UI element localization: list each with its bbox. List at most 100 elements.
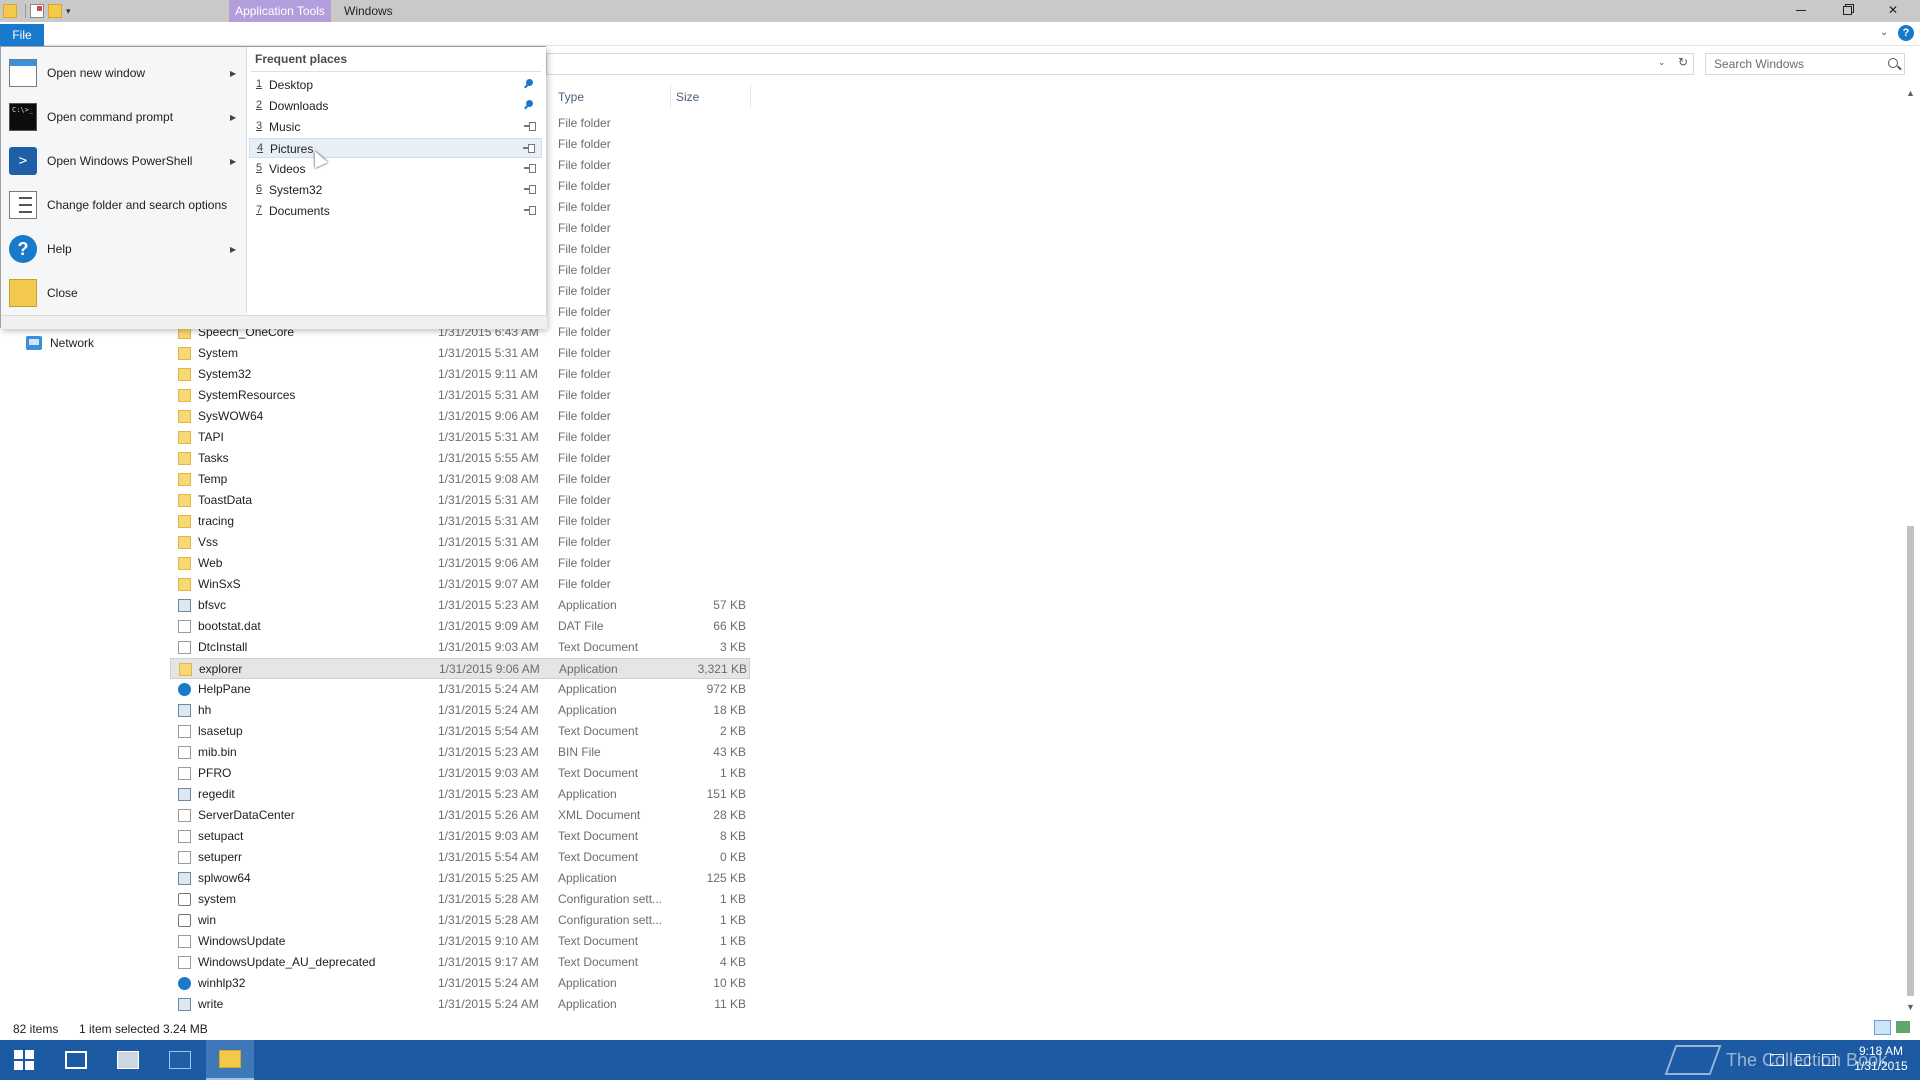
file-row[interactable]: Web 1/31/2015 9:06 AM File folder xyxy=(170,553,750,574)
search-input[interactable]: Search Windows xyxy=(1705,53,1905,75)
file-size: 11 KB xyxy=(714,997,746,1011)
clock[interactable]: 9:18 AM 1/31/2015 xyxy=(1842,1044,1920,1074)
server-manager-button[interactable] xyxy=(104,1040,152,1080)
file-menu-item[interactable]: ? Help ▶ xyxy=(1,227,245,271)
file-row[interactable]: DtcInstall 1/31/2015 9:03 AM Text Document… xyxy=(170,637,750,658)
scroll-thumb[interactable] xyxy=(1907,526,1914,996)
frequent-place-item[interactable]: 4 Pictures xyxy=(249,138,542,158)
close-window-button[interactable]: ✕ xyxy=(1870,0,1916,20)
file-menu: Open new window ▶ C:\>_ Open command prompt… xyxy=(0,46,547,329)
folder-file-icon xyxy=(178,557,191,570)
file-row[interactable]: bfsvc 1/31/2015 5:23 AM Application 57 KB xyxy=(170,595,750,616)
frequent-place-item[interactable]: 3 Music xyxy=(249,117,542,137)
frequent-place-item[interactable]: 7 Documents xyxy=(249,201,542,221)
pin-icon[interactable] xyxy=(523,143,535,153)
file-explorer-taskbar-button[interactable] xyxy=(206,1040,254,1080)
pin-icon[interactable] xyxy=(524,163,536,173)
file-row[interactable]: System 1/31/2015 5:31 AM File folder xyxy=(170,343,750,364)
file-row[interactable]: bootstat.dat 1/31/2015 9:09 AM DAT File 66 … xyxy=(170,616,750,637)
application-tools-tab[interactable]: Application Tools xyxy=(229,0,331,22)
nav-item-network[interactable]: Network xyxy=(26,336,94,350)
file-tab[interactable]: File xyxy=(0,24,44,46)
file-menu-item[interactable]: Change folder and search options xyxy=(1,183,245,227)
help-icon[interactable]: ? xyxy=(1898,25,1914,41)
file-row[interactable]: mib.bin 1/31/2015 5:23 AM BIN File 43 KB xyxy=(170,742,750,763)
file-type: File folder xyxy=(558,556,611,570)
file-row[interactable]: WinSxS 1/31/2015 9:07 AM File folder xyxy=(170,574,750,595)
refresh-icon[interactable]: ↻ xyxy=(1678,55,1688,69)
customize-toolbar-icon[interactable]: ▾ xyxy=(66,6,71,17)
column-header-type[interactable]: Type xyxy=(553,85,671,108)
file-row[interactable]: WindowsUpdate 1/31/2015 9:10 AM Text Docum… xyxy=(170,931,750,952)
file-row[interactable]: hh 1/31/2015 5:24 AM Application 18 KB xyxy=(170,700,750,721)
column-header-size[interactable]: Size xyxy=(671,85,751,108)
file-menu-item[interactable]: Open new window ▶ xyxy=(1,51,245,95)
file-type: DAT File xyxy=(558,619,604,633)
scroll-down-icon[interactable]: ▼ xyxy=(1906,1002,1915,1012)
pin-icon[interactable] xyxy=(524,205,536,215)
file-row[interactable]: WindowsUpdate_AU_deprecated 1/31/2015 9:1… xyxy=(170,952,750,973)
details-view-icon[interactable] xyxy=(1874,1020,1891,1035)
file-type: Application xyxy=(558,976,617,990)
new-folder-icon[interactable] xyxy=(48,4,62,18)
pin-icon[interactable] xyxy=(524,121,536,131)
file-row[interactable]: System32 1/31/2015 9:11 AM File folder xyxy=(170,364,750,385)
file-name: bootstat.dat xyxy=(198,619,261,633)
file-row[interactable]: win 1/31/2015 5:28 AM Configuration sett..… xyxy=(170,910,750,931)
file-size: 10 KB xyxy=(713,976,746,990)
file-row[interactable]: TAPI 1/31/2015 5:31 AM File folder xyxy=(170,427,750,448)
file-row[interactable]: Vss 1/31/2015 5:31 AM File folder xyxy=(170,532,750,553)
minimize-button[interactable] xyxy=(1778,0,1824,20)
properties-icon[interactable] xyxy=(30,4,44,18)
file-row[interactable]: HelpPane 1/31/2015 5:24 AM Application 972 … xyxy=(170,679,750,700)
expand-ribbon-icon[interactable]: ⌄ xyxy=(1880,27,1888,38)
file-row[interactable]: setuperr 1/31/2015 5:54 AM Text Document 0 … xyxy=(170,847,750,868)
frequent-place-item[interactable]: 1 Desktop xyxy=(249,75,542,95)
file-date: 1/31/2015 5:54 AM xyxy=(438,850,539,864)
file-row[interactable]: regedit 1/31/2015 5:23 AM Application 151 K… xyxy=(170,784,750,805)
file-row[interactable]: Temp 1/31/2015 9:08 AM File folder xyxy=(170,469,750,490)
frequent-place-item[interactable]: 5 Videos xyxy=(249,159,542,179)
scroll-up-icon[interactable]: ▲ xyxy=(1906,88,1915,98)
file-date: 1/31/2015 9:07 AM xyxy=(438,577,539,591)
file-date: 1/31/2015 5:24 AM xyxy=(438,703,539,717)
task-view-button[interactable] xyxy=(52,1040,100,1080)
powershell-taskbar-button[interactable] xyxy=(156,1040,204,1080)
start-button[interactable] xyxy=(0,1040,48,1080)
file-row[interactable]: winhlp32 1/31/2015 5:24 AM Application 10 K… xyxy=(170,973,750,994)
file-type-cell: File folder xyxy=(558,284,611,298)
address-history-icon[interactable]: ⌄ xyxy=(1658,57,1666,68)
file-menu-item[interactable]: C:\>_ Open command prompt ▶ xyxy=(1,95,245,139)
file-row[interactable]: setupact 1/31/2015 9:03 AM Text Document 8 … xyxy=(170,826,750,847)
pin-icon[interactable] xyxy=(524,184,536,194)
file-row[interactable]: explorer 1/31/2015 9:06 AM Application 3,32… xyxy=(170,658,750,679)
file-name: WindowsUpdate_AU_deprecated xyxy=(198,955,376,969)
frequent-place-item[interactable]: 6 System32 xyxy=(249,180,542,200)
file-row[interactable]: splwow64 1/31/2015 5:25 AM Application 125 … xyxy=(170,868,750,889)
doc-file-icon xyxy=(178,620,191,633)
large-icons-view-icon[interactable] xyxy=(1896,1021,1910,1033)
vertical-scrollbar[interactable]: ▲ ▼ xyxy=(1902,86,1919,1016)
file-row[interactable]: ToastData 1/31/2015 5:31 AM File folder xyxy=(170,490,750,511)
restore-button[interactable] xyxy=(1824,0,1870,20)
address-bar[interactable] xyxy=(546,53,1694,75)
file-row[interactable]: SystemResources 1/31/2015 5:31 AM File fol… xyxy=(170,385,750,406)
file-menu-item[interactable]: Close xyxy=(1,271,245,315)
file-menu-item[interactable]: > Open Windows PowerShell ▶ xyxy=(1,139,245,183)
file-row[interactable]: lsasetup 1/31/2015 5:54 AM Text Document 2 … xyxy=(170,721,750,742)
frequent-place-item[interactable]: 2 Downloads xyxy=(249,96,542,116)
file-row[interactable]: Tasks 1/31/2015 5:55 AM File folder xyxy=(170,448,750,469)
file-row[interactable]: tracing 1/31/2015 5:31 AM File folder xyxy=(170,511,750,532)
pinned-icon[interactable] xyxy=(524,79,536,89)
file-row[interactable]: ServerDataCenter 1/31/2015 5:26 AM XML Doc… xyxy=(170,805,750,826)
pinned-icon[interactable] xyxy=(524,100,536,110)
frequent-places-panel: Frequent places 1 Desktop 2 Downloads 3 Music… xyxy=(247,47,546,315)
file-row[interactable]: PFRO 1/31/2015 9:03 AM Text Document 1 KB xyxy=(170,763,750,784)
file-size: 18 KB xyxy=(713,703,746,717)
file-row[interactable]: write 1/31/2015 5:24 AM Application 11 KB xyxy=(170,994,750,1015)
file-type-cell: File folder xyxy=(558,179,611,193)
file-row[interactable]: SysWOW64 1/31/2015 9:06 AM File folder xyxy=(170,406,750,427)
file-row[interactable]: system 1/31/2015 5:28 AM Configuration set… xyxy=(170,889,750,910)
search-icon[interactable] xyxy=(1888,58,1898,68)
frequent-place-name: Documents xyxy=(269,204,330,218)
